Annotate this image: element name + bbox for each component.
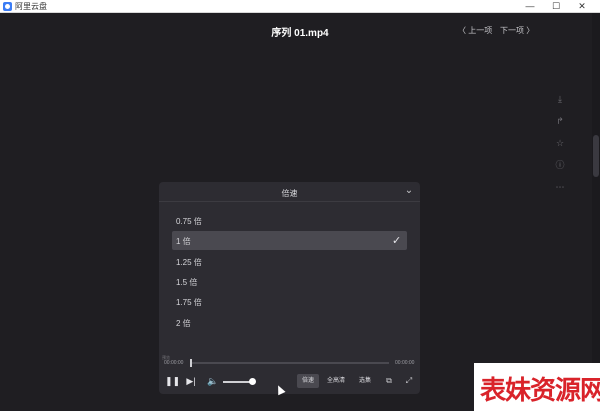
speed-option-0-75[interactable]: 0.75 倍 — [172, 211, 407, 230]
speed-option-label: 1 倍 — [176, 237, 191, 246]
speed-option-1-25[interactable]: 1.25 倍 — [172, 252, 407, 271]
episodes-button[interactable]: 选集 — [356, 374, 374, 388]
picture-in-picture-icon[interactable]: ⧉ — [383, 374, 395, 388]
speed-option-label: 1.5 倍 — [176, 278, 198, 287]
minimize-button[interactable]: — — [516, 0, 544, 13]
app-logo-icon — [3, 2, 12, 11]
speed-option-label: 1.75 倍 — [176, 298, 202, 307]
info-icon[interactable]: ⓘ — [554, 159, 566, 171]
current-time: 00:00:00 — [164, 360, 184, 366]
download-icon[interactable]: ⤓ — [554, 93, 566, 105]
speed-panel: 倍速 ⌄ 0.75 倍 1 倍 ✓ 1.25 倍 1.5 倍 1.75 倍 2 … — [159, 182, 420, 394]
watermark: 表妹资源网 — [474, 363, 600, 411]
progress-handle[interactable] — [190, 359, 192, 367]
scrollbar-thumb[interactable] — [593, 135, 599, 177]
speed-option-label: 0.75 倍 — [176, 217, 202, 226]
watermark-text: 表妹资源网 — [480, 375, 600, 405]
total-time: 00:00:00 — [395, 360, 415, 366]
speed-option-label: 2 倍 — [176, 319, 191, 328]
close-button[interactable]: ✕ — [568, 0, 596, 13]
window-titlebar: 阿里云盘 — ☐ ✕ — [0, 0, 600, 13]
pause-button[interactable]: ❚❚ — [165, 375, 180, 387]
next-episode-button[interactable]: ▶| — [186, 375, 196, 387]
chevron-down-icon[interactable]: ⌄ — [403, 185, 415, 197]
volume-icon[interactable]: 🔈 — [207, 375, 219, 387]
speed-option-1-5[interactable]: 1.5 倍 — [172, 272, 407, 291]
quality-button[interactable]: 全高清 — [324, 374, 348, 388]
more-icon[interactable]: ⋯ — [554, 181, 566, 193]
share-icon[interactable]: ↱ — [554, 115, 566, 127]
speed-panel-header: 倍速 ⌄ — [159, 182, 420, 202]
volume-slider-knob[interactable] — [248, 378, 256, 385]
speed-button[interactable]: 倍速 — [297, 374, 319, 388]
speed-option-1-75[interactable]: 1.75 倍 — [172, 292, 407, 311]
app-name: 阿里云盘 — [15, 2, 47, 11]
check-icon: ✓ — [392, 235, 402, 247]
star-icon[interactable]: ☆ — [554, 137, 566, 149]
speed-option-1[interactable]: 1 倍 ✓ — [172, 231, 407, 250]
speed-panel-title: 倍速 — [281, 189, 298, 198]
fullscreen-icon[interactable]: ⤢ — [403, 374, 415, 388]
previous-item-button[interactable]: 〈 上一项 — [458, 25, 492, 36]
video-title: 序列 01.mp4 — [271, 28, 329, 39]
video-player-window: 阿里云盘 — ☐ ✕ 序列 01.mp4 〈 上一项 下一项 〉 ⤓ ↱ ☆ ⓘ… — [0, 0, 600, 411]
maximize-button[interactable]: ☐ — [542, 0, 570, 13]
scrollbar[interactable] — [592, 13, 600, 411]
progress-bar[interactable] — [191, 362, 389, 364]
next-item-button[interactable]: 下一项 〉 — [500, 25, 534, 36]
speed-option-2[interactable]: 2 倍 — [172, 313, 407, 332]
speed-option-label: 1.25 倍 — [176, 258, 202, 267]
